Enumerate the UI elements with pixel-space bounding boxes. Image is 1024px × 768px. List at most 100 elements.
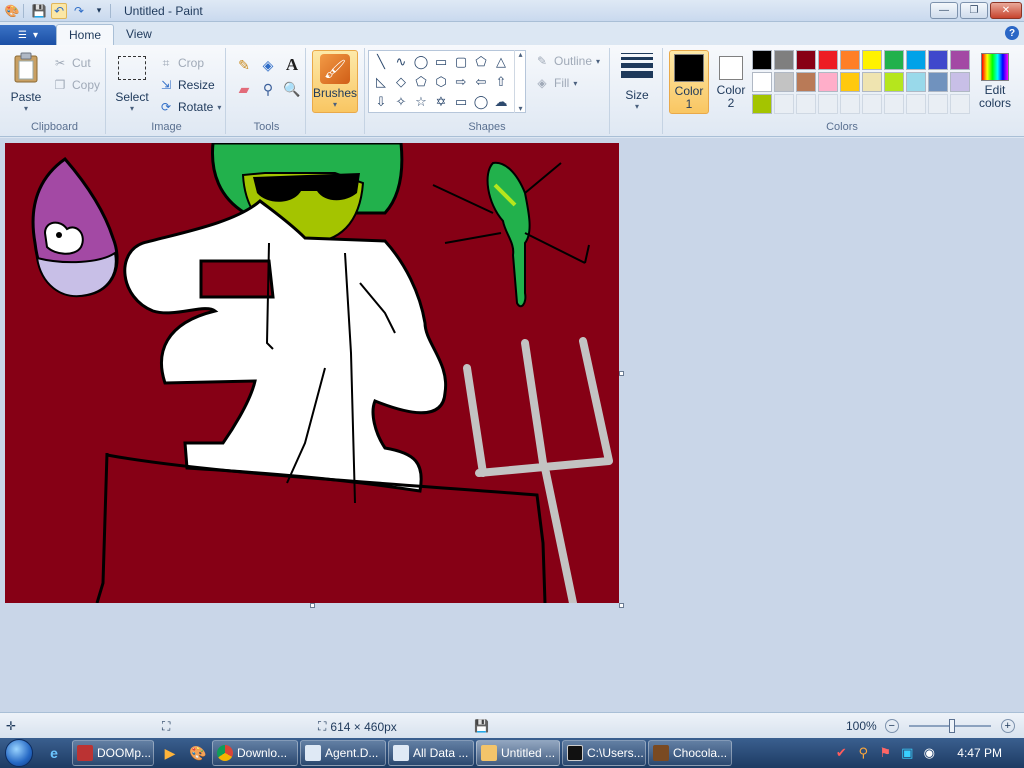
undo-icon[interactable]: ↶ — [51, 2, 67, 19]
paste-button[interactable]: Paste ▾ — [8, 52, 44, 113]
copy-button[interactable]: ❐ Copy — [52, 75, 100, 95]
taskbar-item-all-data[interactable]: All Data ... — [388, 740, 474, 766]
display-icon[interactable]: ▣ — [899, 745, 915, 761]
pentagon-shape-icon[interactable]: ⬠ — [411, 72, 431, 92]
right-arrow-shape-icon[interactable]: ⇨ — [451, 72, 471, 92]
taskbar-item-chocolatey[interactable]: Chocola... — [648, 740, 732, 766]
palette-swatch[interactable] — [928, 50, 948, 70]
up-arrow-shape-icon[interactable]: ⇧ — [491, 72, 511, 92]
palette-swatch[interactable] — [884, 50, 904, 70]
start-button[interactable] — [0, 738, 38, 768]
brushes-button[interactable]: 🖌 Brushes ▾ — [312, 50, 358, 113]
crop-button[interactable]: ⌗ Crop — [158, 53, 204, 73]
rounded-callout-shape-icon[interactable]: ▭ — [451, 92, 471, 112]
palette-swatch[interactable] — [796, 50, 816, 70]
curve-shape-icon[interactable]: ∿ — [391, 52, 411, 72]
canvas-resize-handle-corner[interactable] — [619, 603, 624, 608]
taskbar-item-paint[interactable]: Untitled ... — [476, 740, 560, 766]
oval-shape-icon[interactable]: ◯ — [411, 52, 431, 72]
palette-swatch-empty[interactable] — [840, 94, 860, 114]
four-point-star-shape-icon[interactable]: ✧ — [391, 92, 411, 112]
rectangle-shape-icon[interactable]: ▭ — [431, 52, 451, 72]
palette-swatch[interactable] — [840, 72, 860, 92]
palette-swatch[interactable] — [752, 72, 772, 92]
rounded-rectangle-shape-icon[interactable]: ▢ — [451, 52, 471, 72]
outline-button[interactable]: ✎ Outline ▾ — [534, 51, 600, 71]
right-triangle-shape-icon[interactable]: ◺ — [371, 72, 391, 92]
zoom-slider-thumb[interactable] — [948, 719, 955, 733]
cut-button[interactable]: ✂ Cut — [52, 53, 91, 73]
close-button[interactable]: ✕ — [990, 2, 1022, 19]
triangle-shape-icon[interactable]: △ — [491, 52, 511, 72]
palette-swatch[interactable] — [928, 72, 948, 92]
palette-swatch[interactable] — [950, 50, 970, 70]
color-1-button[interactable]: Color 1 — [669, 50, 709, 114]
media-player-icon[interactable]: ▶ — [158, 741, 182, 765]
search-icon[interactable]: ⚲ — [855, 745, 871, 761]
palette-swatch-empty[interactable] — [796, 94, 816, 114]
taskbar-item-agent[interactable]: Agent.D... — [300, 740, 386, 766]
palette-swatch-empty[interactable] — [862, 94, 882, 114]
pencil-icon[interactable]: ✎ — [233, 54, 255, 76]
redo-icon[interactable]: ↷ — [71, 3, 87, 19]
palette-swatch[interactable] — [906, 50, 926, 70]
select-button[interactable]: Select ▾ — [112, 52, 152, 113]
palette-swatch[interactable] — [774, 72, 794, 92]
resize-button[interactable]: ⇲ Resize — [158, 75, 215, 95]
palette-swatch[interactable] — [774, 50, 794, 70]
palette-swatch[interactable] — [796, 72, 816, 92]
canvas-resize-handle-bottom[interactable] — [310, 603, 315, 608]
tab-home[interactable]: Home — [56, 24, 115, 45]
maximize-button[interactable]: ❐ — [960, 2, 988, 19]
palette-swatch[interactable] — [884, 72, 904, 92]
oval-callout-shape-icon[interactable]: ◯ — [471, 92, 491, 112]
diamond-shape-icon[interactable]: ◇ — [391, 72, 411, 92]
text-icon[interactable]: A — [281, 54, 303, 76]
volume-icon[interactable]: ◉ — [921, 745, 937, 761]
left-arrow-shape-icon[interactable]: ⇦ — [471, 72, 491, 92]
palette-swatch-empty[interactable] — [928, 94, 948, 114]
palette-swatch[interactable] — [950, 72, 970, 92]
color-picker-icon[interactable]: ⚲ — [257, 78, 279, 100]
taskbar-item-chrome[interactable]: Downlo... — [212, 740, 298, 766]
down-arrow-shape-icon[interactable]: ⇩ — [371, 92, 391, 112]
palette-swatch[interactable] — [818, 50, 838, 70]
six-point-star-shape-icon[interactable]: ✡ — [431, 92, 451, 112]
customize-quick-access-icon[interactable]: ▾ — [91, 3, 107, 19]
line-shape-icon[interactable]: ╲ — [371, 52, 391, 72]
taskbar-item-command-prompt[interactable]: C:\Users... — [562, 740, 646, 766]
palette-swatch[interactable] — [906, 72, 926, 92]
palette-swatch-empty[interactable] — [774, 94, 794, 114]
palette-swatch[interactable] — [752, 94, 772, 114]
flag-icon[interactable]: ⚑ — [877, 745, 893, 761]
palette-swatch[interactable] — [818, 72, 838, 92]
zoom-out-button[interactable]: − — [884, 719, 899, 733]
check-icon[interactable]: ✔ — [833, 745, 849, 761]
eraser-icon[interactable]: ▰ — [233, 78, 255, 100]
palette-swatch-empty[interactable] — [906, 94, 926, 114]
fill-bucket-icon[interactable]: ◈ — [257, 54, 279, 76]
paint-launch-icon[interactable]: 🎨 — [186, 741, 210, 765]
fill-button[interactable]: ◈ Fill ▾ — [534, 73, 577, 93]
palette-swatch[interactable] — [862, 50, 882, 70]
tab-view[interactable]: View — [114, 24, 164, 45]
shapes-scroll-icon[interactable]: ▴ ▾ — [514, 50, 526, 113]
taskbar-item-doom[interactable]: DOOMp... — [72, 740, 154, 766]
zoom-slider[interactable] — [908, 719, 991, 733]
internet-explorer-icon[interactable]: e — [42, 741, 66, 765]
hexagon-shape-icon[interactable]: ⬡ — [431, 72, 451, 92]
clock[interactable]: 4:47 PM — [957, 746, 1002, 760]
canvas-resize-handle-right[interactable] — [619, 371, 624, 376]
rotate-button[interactable]: ⟳ Rotate ▾ — [158, 97, 221, 117]
paint-menu-button[interactable]: ☰ ▾ — [0, 25, 56, 45]
palette-swatch[interactable] — [752, 50, 772, 70]
polygon-shape-icon[interactable]: ⬠ — [471, 52, 491, 72]
edit-colors-button[interactable]: Edit colors — [974, 50, 1016, 114]
help-icon[interactable]: ? — [1005, 26, 1019, 40]
color-2-button[interactable]: Color 2 — [711, 50, 751, 114]
size-button[interactable]: Size ▾ — [618, 53, 656, 111]
minimize-button[interactable]: — — [930, 2, 958, 19]
paint-app-icon[interactable]: 🎨 — [4, 3, 20, 19]
palette-swatch-empty[interactable] — [884, 94, 904, 114]
palette-swatch[interactable] — [862, 72, 882, 92]
